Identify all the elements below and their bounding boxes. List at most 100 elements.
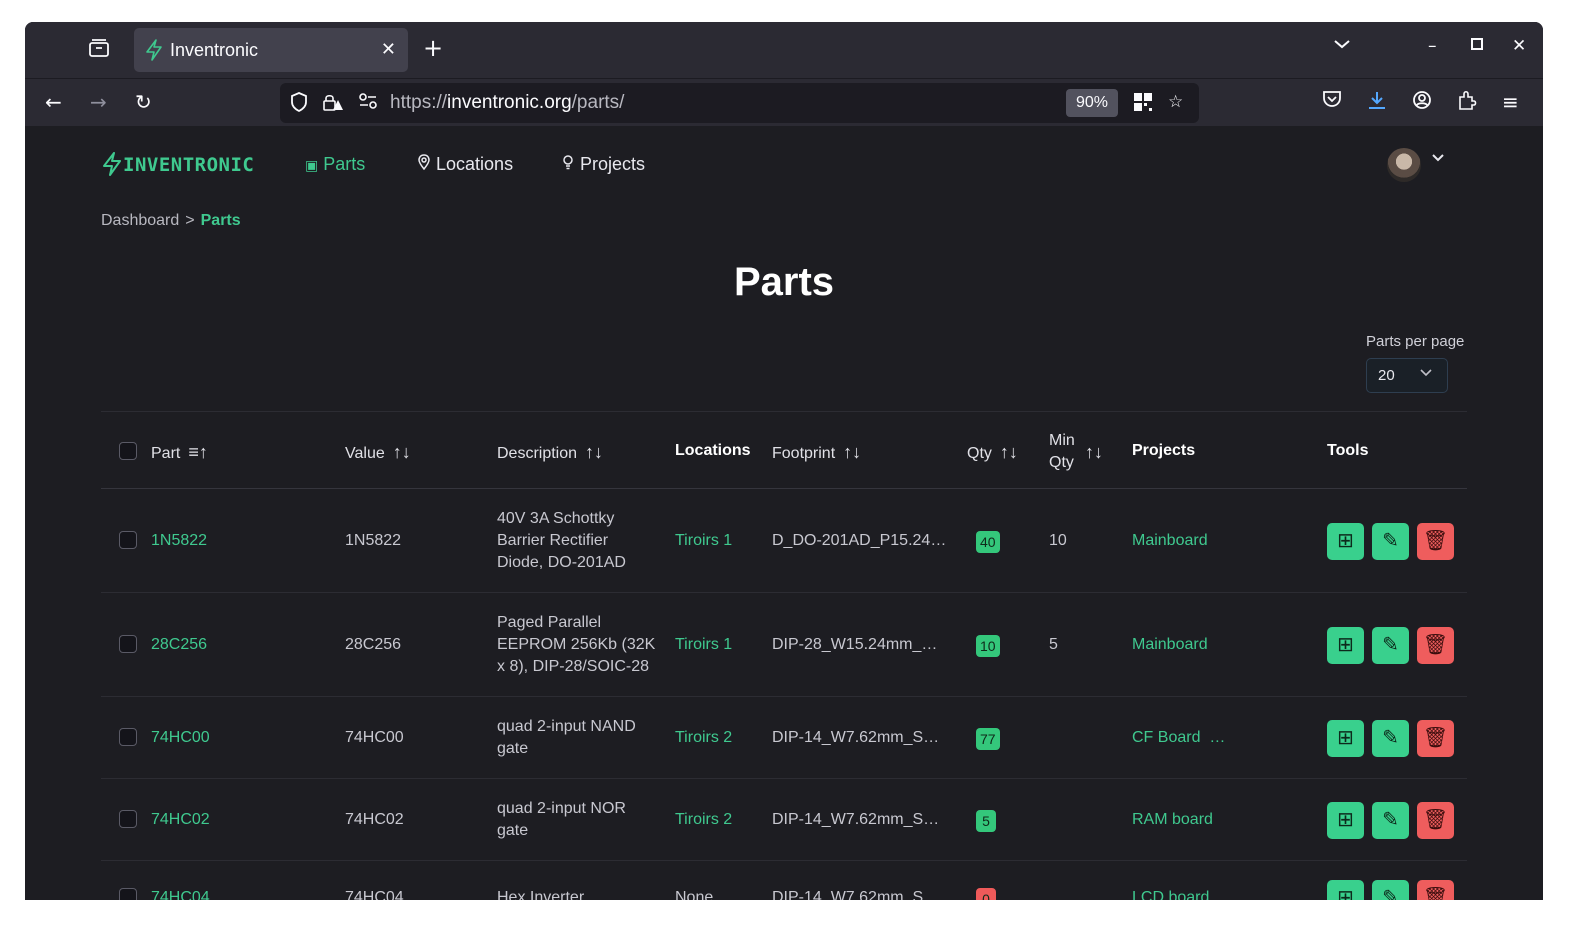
- lock-warning-icon[interactable]: [322, 92, 344, 117]
- bolt-icon: [144, 39, 164, 61]
- browser-window: Inventronic ✕ + – ✕ ← → ↻ https://invent…: [25, 22, 1543, 900]
- header-value[interactable]: Value ↑↓: [345, 442, 411, 463]
- header-footprint[interactable]: Footprint ↑↓: [772, 442, 861, 463]
- delete-button[interactable]: 🗑: [1417, 802, 1454, 839]
- part-description: Hex Inverter: [497, 887, 584, 900]
- firefox-view-icon[interactable]: [85, 38, 113, 62]
- nav-locations-label: Locations: [436, 154, 514, 174]
- back-arrow-icon[interactable]: ←: [45, 90, 62, 114]
- trash-icon: 🗑: [1422, 634, 1449, 656]
- edit-button[interactable]: ✎: [1372, 523, 1409, 560]
- sort-icon[interactable]: ↑↓: [585, 442, 603, 462]
- pocket-icon[interactable]: [1322, 90, 1342, 113]
- sort-ascending-icon[interactable]: ≡↑: [188, 442, 208, 462]
- part-link[interactable]: 1N5822: [151, 530, 207, 552]
- breadcrumb-dashboard[interactable]: Dashboard: [101, 212, 179, 229]
- qr-code-button[interactable]: ⊞: [1327, 802, 1364, 839]
- location-link[interactable]: Tiroirs 1: [675, 634, 732, 656]
- project-link[interactable]: CF Board …: [1132, 727, 1225, 749]
- parts-table: Part ≡↑ Value ↑↓ Description ↑↓ Locations F…: [101, 411, 1467, 900]
- location-link[interactable]: Tiroirs 2: [675, 809, 732, 831]
- sort-icon[interactable]: ↑↓: [1000, 442, 1018, 462]
- url-text[interactable]: https://inventronic.org/parts/: [390, 92, 624, 114]
- forward-arrow-icon[interactable]: →: [90, 90, 107, 114]
- edit-button[interactable]: ✎: [1372, 880, 1409, 900]
- tab-title: Inventronic: [170, 40, 259, 60]
- nav-projects[interactable]: Projects: [561, 154, 645, 175]
- part-value: 28C256: [345, 636, 402, 653]
- footprint: DIP-28_W15.24mm_…: [772, 636, 938, 653]
- download-icon[interactable]: [1367, 90, 1387, 115]
- breadcrumb-parts[interactable]: Parts: [201, 212, 241, 229]
- parts-per-page-select[interactable]: 20: [1366, 358, 1448, 393]
- row-checkbox[interactable]: [119, 728, 137, 746]
- url-scheme: https://: [390, 92, 448, 113]
- header-min-qty[interactable]: Min Qty ↑↓: [1049, 430, 1103, 474]
- qr-code-button[interactable]: ⊞: [1327, 523, 1364, 560]
- browser-tab[interactable]: Inventronic ✕: [134, 28, 408, 72]
- shield-icon[interactable]: [290, 92, 308, 117]
- header-qty[interactable]: Qty ↑↓: [967, 442, 1018, 463]
- part-link[interactable]: 74HC04: [151, 887, 210, 900]
- zoom-indicator[interactable]: 90%: [1066, 89, 1118, 117]
- select-all-checkbox[interactable]: [119, 442, 137, 460]
- project-link[interactable]: Mainboard: [1132, 634, 1208, 656]
- row-checkbox[interactable]: [119, 635, 137, 653]
- avatar[interactable]: [1387, 148, 1421, 182]
- maximize-icon[interactable]: [1470, 36, 1484, 56]
- page-title: Parts: [733, 260, 835, 304]
- row-checkbox[interactable]: [119, 531, 137, 549]
- nav-parts-label: Parts: [323, 154, 366, 174]
- extensions-icon[interactable]: [1457, 90, 1477, 115]
- nav-projects-label: Projects: [580, 154, 646, 174]
- close-tab-icon[interactable]: ✕: [381, 39, 396, 60]
- part-link[interactable]: 28C256: [151, 634, 207, 656]
- delete-button[interactable]: 🗑: [1417, 880, 1454, 900]
- description-line: Hex Inverter: [497, 889, 585, 900]
- row-checkbox[interactable]: [119, 888, 137, 900]
- table-row: 74HC04 74HC04 Hex Inverter None DIP-14_W…: [101, 861, 1467, 900]
- chevron-down-icon[interactable]: [1431, 151, 1445, 169]
- edit-button[interactable]: ✎: [1372, 627, 1409, 664]
- chip-icon: ▣: [305, 157, 319, 173]
- chevron-down-icon[interactable]: [1333, 36, 1351, 56]
- nav-bar: ← → ↻ https://inventronic.org/parts/ 90%…: [25, 78, 1543, 126]
- part-link[interactable]: 74HC02: [151, 809, 210, 831]
- reload-icon[interactable]: ↻: [135, 90, 152, 114]
- pencil-icon: ✎: [1382, 727, 1399, 749]
- lightbulb-icon: [561, 154, 580, 174]
- sort-icon[interactable]: ↑↓: [393, 442, 411, 462]
- location-link[interactable]: Tiroirs 1: [675, 530, 732, 552]
- edit-button[interactable]: ✎: [1372, 720, 1409, 757]
- menu-icon[interactable]: ≡: [1502, 90, 1519, 114]
- sort-icon[interactable]: ↑↓: [843, 442, 861, 462]
- nav-locations[interactable]: Locations: [417, 154, 513, 175]
- account-icon[interactable]: [1412, 90, 1432, 115]
- project-link[interactable]: LCD board: [1132, 887, 1209, 900]
- permissions-icon[interactable]: [358, 92, 378, 115]
- location-link[interactable]: Tiroirs 2: [675, 727, 732, 749]
- project-link[interactable]: RAM board: [1132, 809, 1213, 831]
- nav-parts[interactable]: ▣ Parts: [305, 154, 365, 175]
- delete-button[interactable]: 🗑: [1417, 627, 1454, 664]
- qr-code-button[interactable]: ⊞: [1327, 627, 1364, 664]
- project-link[interactable]: Mainboard: [1132, 530, 1208, 552]
- edit-button[interactable]: ✎: [1372, 802, 1409, 839]
- table-row: 74HC00 74HC00 quad 2-input NAND gate Tir…: [101, 697, 1467, 779]
- qr-code-button[interactable]: ⊞: [1327, 880, 1364, 900]
- sort-icon[interactable]: ↑↓: [1085, 441, 1103, 463]
- new-tab-icon[interactable]: +: [423, 34, 443, 62]
- part-link[interactable]: 74HC00: [151, 727, 210, 749]
- delete-button[interactable]: 🗑: [1417, 523, 1454, 560]
- row-checkbox[interactable]: [119, 810, 137, 828]
- minimize-icon[interactable]: –: [1428, 36, 1437, 56]
- qr-grid-icon[interactable]: [1133, 92, 1153, 117]
- url-bar[interactable]: https://inventronic.org/parts/ 90% ☆: [280, 83, 1199, 123]
- qr-code-button[interactable]: ⊞: [1327, 720, 1364, 757]
- close-window-icon[interactable]: ✕: [1512, 36, 1526, 56]
- app-logo[interactable]: INVENTRONIC: [101, 152, 254, 176]
- header-part[interactable]: Part ≡↑: [151, 442, 208, 463]
- bookmark-star-icon[interactable]: ☆: [1168, 92, 1183, 112]
- header-description[interactable]: Description ↑↓: [497, 442, 603, 463]
- delete-button[interactable]: 🗑: [1417, 720, 1454, 757]
